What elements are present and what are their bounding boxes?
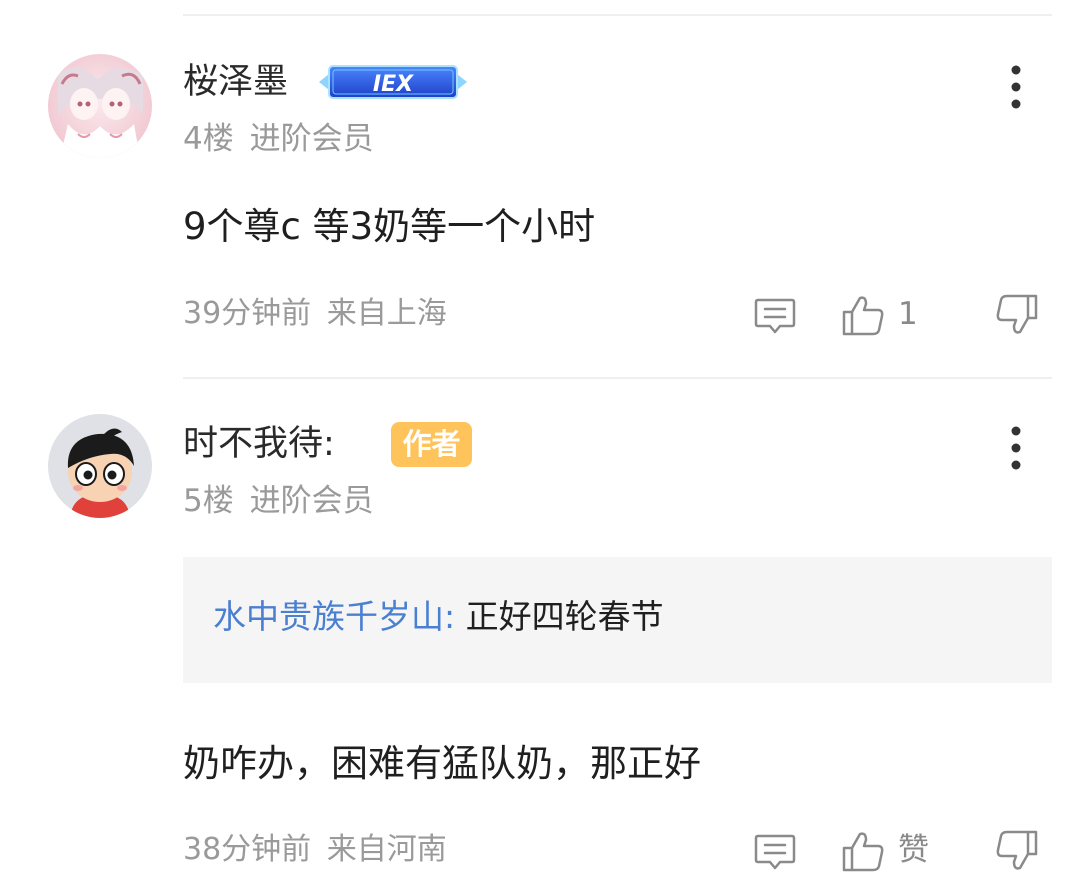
comment-text: 奶咋办，困难有猛队奶，那正好 — [183, 742, 701, 785]
username[interactable]: 桜泽墨 — [183, 60, 288, 104]
svg-text:IEX: IEX — [373, 72, 414, 97]
comment-location: 来自上海 — [326, 296, 447, 331]
quoted-content: 正好四轮春节 — [465, 597, 664, 636]
dislike-icon[interactable] — [994, 292, 1040, 338]
like-label[interactable]: 赞 — [898, 830, 929, 870]
quote-separator: : — [444, 597, 466, 636]
avatar-cartoon-image — [48, 414, 152, 518]
comment-meta: 39分钟前 来自上海 — [183, 294, 447, 334]
comment-location: 来自河南 — [326, 832, 447, 867]
more-options-icon[interactable] — [996, 60, 1036, 116]
comment-divider — [183, 377, 1052, 379]
avatar[interactable] — [48, 414, 152, 518]
quoted-reply-text: 水中贵族千岁山: 正好四轮春节 — [213, 595, 664, 639]
avatar-anime-image — [48, 54, 152, 158]
level-badge: IEX — [315, 62, 471, 102]
top-divider — [183, 14, 1052, 16]
like-count: 1 — [898, 296, 918, 332]
comment-time: 38分钟前 — [183, 832, 312, 867]
floor-info: 4楼 进阶会员 — [183, 119, 374, 159]
comment-time: 39分钟前 — [183, 296, 312, 331]
member-label: 进阶会员 — [249, 483, 374, 519]
floor-info: 5楼 进阶会员 — [183, 481, 374, 521]
username[interactable]: 时不我待: — [183, 422, 335, 466]
avatar[interactable] — [48, 54, 152, 158]
comment-meta: 38分钟前 来自河南 — [183, 830, 447, 870]
member-label: 进阶会员 — [249, 121, 374, 157]
quoted-reply[interactable]: 水中贵族千岁山: 正好四轮春节 — [183, 557, 1052, 683]
like-icon[interactable] — [840, 828, 886, 874]
quoted-username[interactable]: 水中贵族千岁山 — [213, 597, 444, 636]
reply-icon[interactable] — [752, 828, 798, 874]
like-icon[interactable] — [840, 292, 886, 338]
comment-text: 9个尊c 等3奶等一个小时 — [183, 205, 596, 248]
dislike-icon[interactable] — [994, 828, 1040, 874]
author-badge: 作者 — [391, 422, 472, 467]
floor-number: 4楼 — [183, 121, 234, 157]
floor-number: 5楼 — [183, 483, 234, 519]
more-options-icon[interactable] — [996, 421, 1036, 477]
reply-icon[interactable] — [752, 292, 798, 338]
